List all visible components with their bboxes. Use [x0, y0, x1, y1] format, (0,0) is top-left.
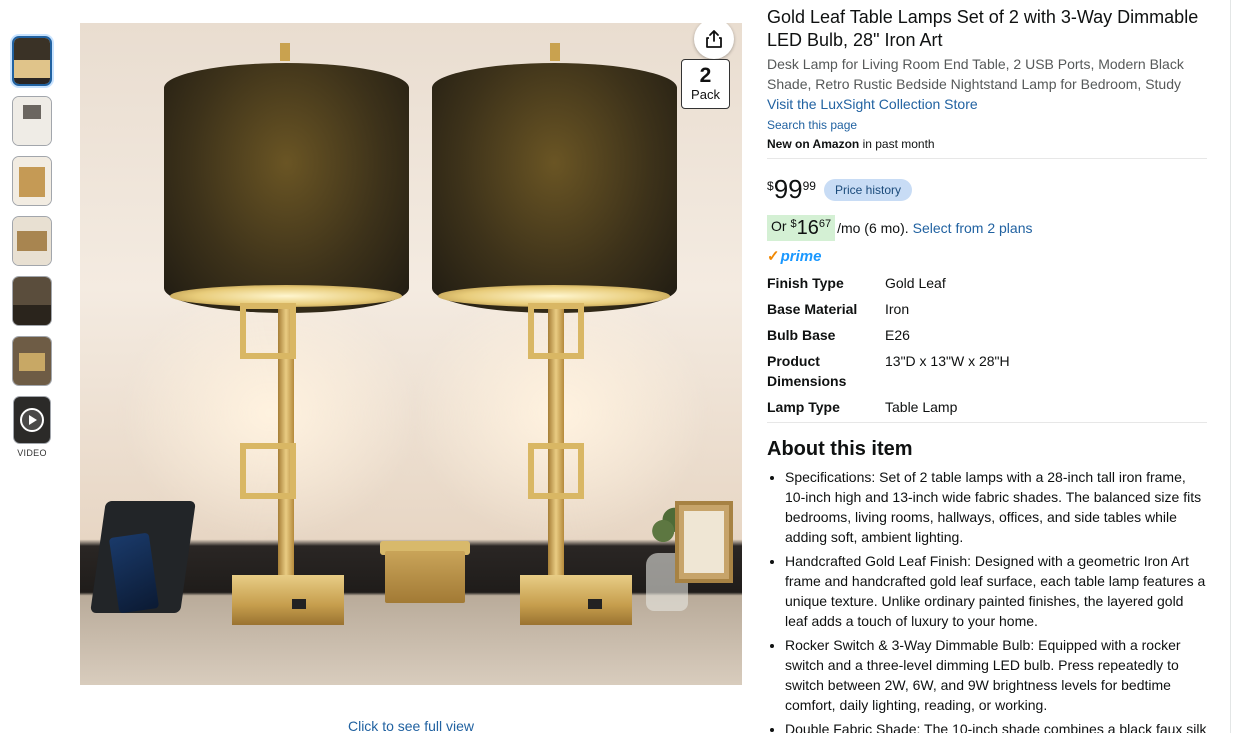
pack-number: 2	[699, 64, 712, 87]
prime-label: prime	[780, 247, 822, 265]
spec-value: E26	[885, 327, 910, 343]
play-icon	[20, 408, 44, 432]
share-button[interactable]	[694, 23, 734, 59]
bullet-item: Specifications: Set of 2 table lamps wit…	[785, 467, 1207, 547]
price-fraction: 99	[802, 179, 816, 193]
prime-check-icon: ✓	[767, 248, 780, 265]
bullet-item: Double Fabric Shade: The 10-inch shade c…	[785, 719, 1207, 733]
spec-row: Lamp Type Table Lamp	[767, 397, 1207, 417]
lamp-shade-right	[432, 63, 677, 313]
price-whole: 99	[773, 174, 803, 204]
new-on-amazon: New on Amazon in past month	[767, 134, 1207, 154]
select-plans-link[interactable]: Select from 2 plans	[913, 220, 1033, 236]
thumbnail-3[interactable]	[12, 156, 52, 206]
price-symbol: $	[767, 179, 774, 193]
divider	[767, 422, 1207, 423]
thumbnail-5[interactable]	[12, 276, 52, 326]
spec-value: 13"D x 13"W x 28"H	[885, 353, 1010, 369]
thumbnail-video[interactable]	[13, 396, 51, 444]
share-icon	[706, 30, 722, 48]
product-title: Gold Leaf Table Lamps Set of 2 with 3-Wa…	[767, 7, 1199, 50]
new-on-rest: in past month	[859, 137, 935, 151]
spec-row: Bulb Base E26	[767, 325, 1207, 345]
spec-key: Finish Type	[767, 275, 844, 291]
thumbnail-1[interactable]	[12, 36, 52, 86]
thumbnail-2[interactable]	[12, 96, 52, 146]
about-heading: About this item	[767, 438, 913, 460]
spec-key: Lamp Type	[767, 399, 840, 415]
monthly-suffix: /mo (6 mo).	[837, 220, 909, 236]
spec-row: Product Dimensions 13"D x 13"W x 28"H	[767, 351, 1207, 391]
spec-value: Iron	[885, 301, 910, 317]
spec-key: Product Dimensions	[767, 353, 847, 389]
bullet-item: Rocker Switch & 3-Way Dimmable Bulb: Equ…	[785, 635, 1207, 715]
about-bullets: Specifications: Set of 2 table lamps wit…	[767, 467, 1207, 733]
video-label: VIDEO	[17, 448, 47, 458]
monthly-amount: Or $16 67	[767, 215, 836, 241]
page-edge-divider	[1230, 0, 1231, 733]
spec-value: Table Lamp	[885, 399, 958, 415]
spec-value: Gold Leaf	[885, 275, 946, 291]
lamp-shade-left	[164, 63, 409, 313]
thumbnail-6[interactable]	[12, 336, 52, 386]
monthly-whole: 16	[796, 217, 819, 239]
full-view-link[interactable]: Click to see full view	[80, 718, 742, 733]
price: $ 99 99 Price history	[767, 176, 1207, 202]
pack-label: Pack	[691, 87, 720, 102]
main-product-image[interactable]: 2 Pack	[80, 23, 742, 685]
spec-key: Bulb Base	[767, 327, 836, 343]
search-page-link[interactable]: Search this page	[767, 116, 1207, 134]
divider	[767, 158, 1207, 159]
store-link[interactable]: Visit the LuxSight Collection Store	[767, 94, 1207, 114]
monthly-fraction: 67	[818, 218, 832, 230]
spec-table: Finish Type Gold Leaf Base Material Iron…	[767, 273, 1207, 417]
prime-badge: ✓ prime	[767, 245, 1207, 267]
bullet-item: Handcrafted Gold Leaf Finish: Designed w…	[785, 551, 1207, 631]
spec-row: Base Material Iron	[767, 299, 1207, 319]
monthly-payment: Or $16 67 /mo (6 mo). Select from 2 plans	[767, 215, 1207, 241]
pack-badge: 2 Pack	[681, 59, 730, 109]
new-on-bold: New on Amazon	[767, 137, 860, 151]
product-subtitle: Desk Lamp for Living Room End Table, 2 U…	[767, 56, 1184, 92]
monthly-prefix: Or	[771, 218, 787, 234]
thumbnail-strip: VIDEO	[12, 36, 54, 458]
price-history-button[interactable]: Price history	[823, 179, 912, 201]
thumbnail-4[interactable]	[12, 216, 52, 266]
product-details: Gold Leaf Table Lamps Set of 2 with 3-Wa…	[767, 6, 1207, 733]
spec-row: Finish Type Gold Leaf	[767, 273, 1207, 293]
lamp-base-left	[232, 575, 344, 625]
lamp-base-right	[520, 575, 632, 625]
spec-key: Base Material	[767, 301, 858, 317]
